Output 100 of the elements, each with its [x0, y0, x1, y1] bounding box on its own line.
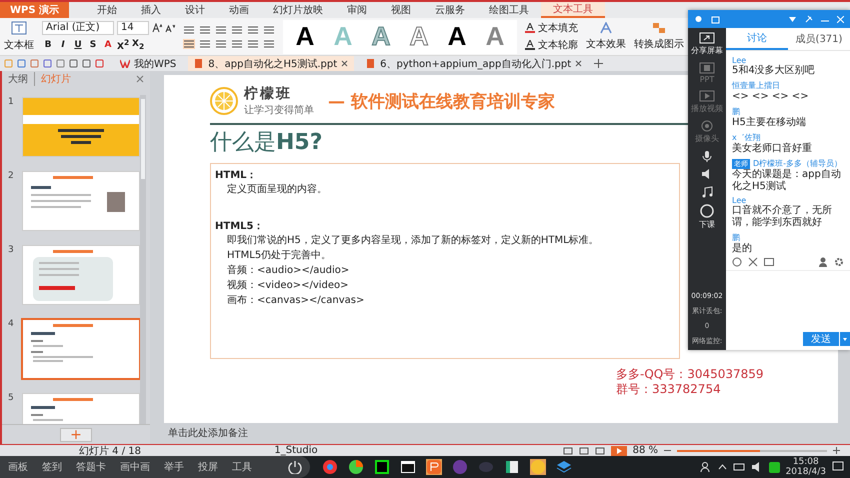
text-box-button[interactable]: 文本框: [4, 38, 34, 52]
document-tab[interactable]: 6、python+appium_app自动化入门.ppt: [360, 56, 588, 71]
list-icon[interactable]: [263, 24, 275, 34]
presentation-file-icon[interactable]: [366, 59, 376, 68]
slide-thumbnail[interactable]: [22, 245, 140, 305]
network-icon[interactable]: [732, 462, 745, 472]
ribbon-tab[interactable]: 视图: [379, 2, 424, 18]
send-button[interactable]: 发送: [803, 332, 839, 346]
align-icon[interactable]: [263, 38, 275, 48]
scrollbar[interactable]: [140, 95, 146, 424]
user-icon[interactable]: [818, 257, 828, 267]
format-button[interactable]: B: [42, 40, 54, 50]
font-dropdown[interactable]: Arial (正文): [42, 21, 114, 35]
chat-tab[interactable]: 成员(371): [788, 28, 850, 50]
ribbon-tab[interactable]: 云服务: [423, 2, 478, 18]
text-outline-button[interactable]: 文本轮廓: [538, 38, 578, 52]
presentation-file-icon[interactable]: [194, 59, 204, 68]
notebook-icon[interactable]: [504, 459, 520, 475]
document-tab-label[interactable]: 8、app自动化之H5测试.ppt: [208, 56, 338, 70]
font-size-dropdown[interactable]: 14: [117, 21, 149, 35]
people-icon[interactable]: [700, 461, 712, 473]
terminal-icon[interactable]: [400, 459, 416, 475]
convert-diagram-button[interactable]: 转换成图示: [634, 37, 684, 51]
ribbon-tab[interactable]: 绘图工具: [477, 2, 542, 18]
browser-icon[interactable]: [322, 459, 338, 475]
slide-thumbnail[interactable]: [22, 97, 140, 157]
format-button[interactable]: U: [72, 40, 84, 50]
format-button[interactable]: A: [102, 40, 114, 50]
text-outline-icon[interactable]: [525, 40, 535, 50]
document-tab-label[interactable]: 6、python+appium_app自动化入门.ppt: [380, 56, 572, 70]
image-icon[interactable]: [764, 257, 774, 267]
power-icon[interactable]: [288, 460, 302, 474]
align-icon[interactable]: [215, 38, 227, 48]
grow-font-icon[interactable]: [152, 23, 162, 33]
ribbon-tab[interactable]: 幻灯片放映: [261, 2, 336, 18]
colorful-ball-icon[interactable]: [348, 459, 364, 475]
ribbon-tab[interactable]: 设计: [173, 2, 218, 18]
class-tool-button[interactable]: 画中画: [120, 460, 150, 474]
close-icon[interactable]: [341, 60, 348, 67]
text-effect-icon[interactable]: [599, 22, 613, 34]
ribbon-tab[interactable]: 文本工具: [541, 2, 606, 18]
list-icon[interactable]: [215, 24, 227, 34]
end-class-button[interactable]: 下课: [699, 204, 715, 230]
classroom-tool-button[interactable]: 分享屏幕: [691, 32, 723, 56]
presentation-app-icon[interactable]: [426, 459, 442, 475]
close-icon[interactable]: [575, 60, 582, 67]
class-tool-button[interactable]: 举手: [164, 460, 184, 474]
class-tool-button[interactable]: 画板: [8, 460, 28, 474]
document-tab-label[interactable]: 我的WPS: [134, 56, 176, 70]
wps-logo-icon[interactable]: [120, 59, 130, 68]
format-button[interactable]: S: [87, 40, 99, 50]
document-tab[interactable]: 8、app自动化之H5测试.ppt: [188, 56, 354, 71]
shrink-font-icon[interactable]: [165, 23, 175, 33]
text-box[interactable]: HTML： 定义页面呈现的内容。 HTML5： 即我们常说的H5，定义了更多内容呈现，添加了新的标签对，定义新的HTML标准。 HTML5仍处于完善中。 音频：<audio></audio> 视频：<video></video> 画布：<canvas></canvas>: [210, 163, 680, 359]
class-tool-button[interactable]: 签到: [42, 460, 62, 474]
microphone-icon[interactable]: [701, 150, 713, 162]
ide-icon[interactable]: [374, 459, 390, 475]
format-button[interactable]: I: [57, 40, 69, 50]
text-effect-button[interactable]: 文本效果: [586, 37, 626, 51]
list-icon[interactable]: [247, 24, 259, 34]
align-icon[interactable]: [183, 38, 195, 48]
align-icon[interactable]: [199, 38, 211, 48]
text-box-icon[interactable]: [11, 21, 27, 35]
chevron-up-icon[interactable]: [718, 464, 727, 470]
slide-thumbnail[interactable]: [22, 319, 140, 379]
chat-tab[interactable]: 讨论: [726, 28, 788, 50]
zoom-out-icon[interactable]: [664, 447, 671, 454]
list-icon[interactable]: [199, 24, 211, 34]
sorter-view-icon[interactable]: [578, 446, 589, 454]
notification-icon[interactable]: [832, 461, 844, 473]
list-icon[interactable]: [231, 24, 243, 34]
tray-app-icon[interactable]: [768, 462, 780, 472]
slide-thumbnail[interactable]: [22, 171, 140, 231]
align-icon[interactable]: [231, 38, 243, 48]
panel-tab[interactable]: 大纲: [8, 72, 28, 86]
ribbon-tab[interactable]: 插入: [129, 2, 174, 18]
layers-icon[interactable]: [556, 459, 572, 475]
class-tool-button[interactable]: 答题卡: [76, 460, 106, 474]
class-tool-button[interactable]: 投屏: [198, 460, 218, 474]
reading-view-icon[interactable]: [594, 446, 605, 454]
normal-view-icon[interactable]: [562, 446, 573, 454]
ribbon-tab[interactable]: 动画: [217, 2, 262, 18]
slideshow-play-icon[interactable]: [610, 446, 627, 456]
text-fill-button[interactable]: 文本填充: [538, 21, 578, 35]
list-icon[interactable]: [183, 24, 195, 34]
document-tab[interactable]: 我的WPS: [114, 56, 182, 71]
format-button[interactable]: X$_{2}$: [132, 39, 144, 51]
music-icon[interactable]: [701, 186, 713, 198]
class-tool-button[interactable]: 工具: [232, 460, 252, 474]
align-icon[interactable]: [247, 38, 259, 48]
zoom-in-icon[interactable]: [833, 447, 840, 454]
dropdown-icon[interactable]: [840, 332, 850, 346]
format-button[interactable]: X$^{2}$: [117, 38, 129, 52]
ribbon-tab[interactable]: 开始: [85, 2, 130, 18]
scissors-icon[interactable]: [748, 257, 758, 267]
new-tab-icon[interactable]: [594, 59, 604, 68]
text-fill-icon[interactable]: [525, 23, 535, 33]
message-input[interactable]: [726, 270, 850, 330]
close-icon[interactable]: [136, 75, 144, 83]
ribbon-tab[interactable]: 审阅: [335, 2, 380, 18]
